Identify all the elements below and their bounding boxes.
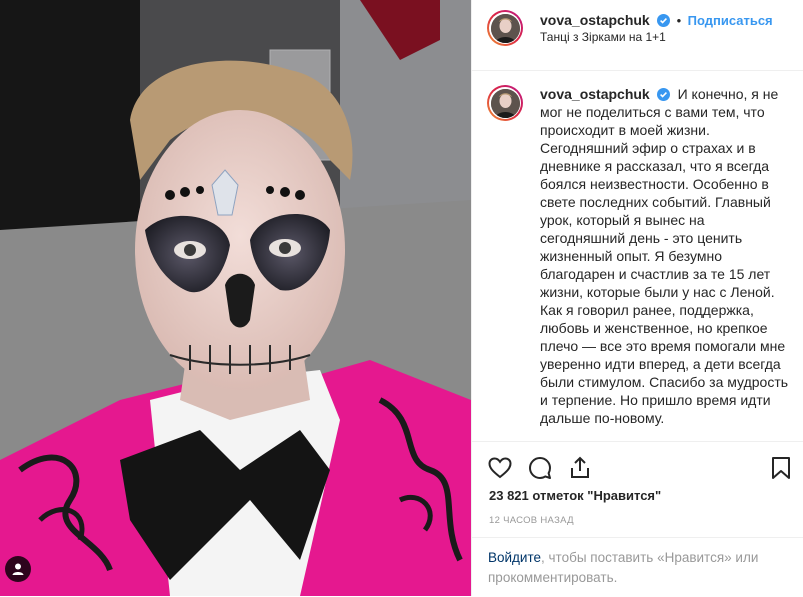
comment-icon[interactable] <box>528 456 552 480</box>
caption-text: И конечно, я не мог не поделиться с вами… <box>540 86 789 426</box>
avatar-image <box>490 13 520 43</box>
caption-username[interactable]: vova_ostapchuk <box>540 86 650 102</box>
post-caption: vova_ostapchuk И конечно, я не мог не по… <box>540 85 790 427</box>
login-link[interactable]: Войдите <box>488 550 541 565</box>
author-avatar[interactable] <box>487 10 523 46</box>
avatar-image <box>490 88 520 118</box>
author-username[interactable]: vova_ostapchuk <box>540 12 650 28</box>
bookmark-icon[interactable] <box>769 456 793 480</box>
post-location[interactable]: Танці з Зірками на 1+1 <box>540 30 666 44</box>
share-icon[interactable] <box>568 456 592 480</box>
user-tag-icon[interactable] <box>5 556 31 582</box>
post-header: vova_ostapchuk • Подписаться Танці з Зір… <box>472 0 803 71</box>
verified-badge-icon <box>657 14 671 27</box>
post-side-panel: vova_ostapchuk • Подписаться Танці з Зір… <box>471 0 803 596</box>
follow-button[interactable]: Подписаться <box>688 13 773 28</box>
post-timestamp[interactable]: 12 часов назад <box>489 515 574 526</box>
post-photo[interactable] <box>0 0 471 596</box>
post-actions: 23 821 отметок "Нравится" 12 часов назад… <box>472 441 803 596</box>
login-prompt: Войдите, чтобы поставить «Нравится» или … <box>472 537 803 597</box>
heart-icon[interactable] <box>488 456 512 480</box>
verified-badge-icon <box>656 87 670 101</box>
post-image <box>0 0 471 596</box>
likes-count[interactable]: 23 821 отметок "Нравится" <box>489 488 661 503</box>
caption-author-avatar[interactable] <box>487 85 523 121</box>
header-separator: • <box>676 13 682 28</box>
